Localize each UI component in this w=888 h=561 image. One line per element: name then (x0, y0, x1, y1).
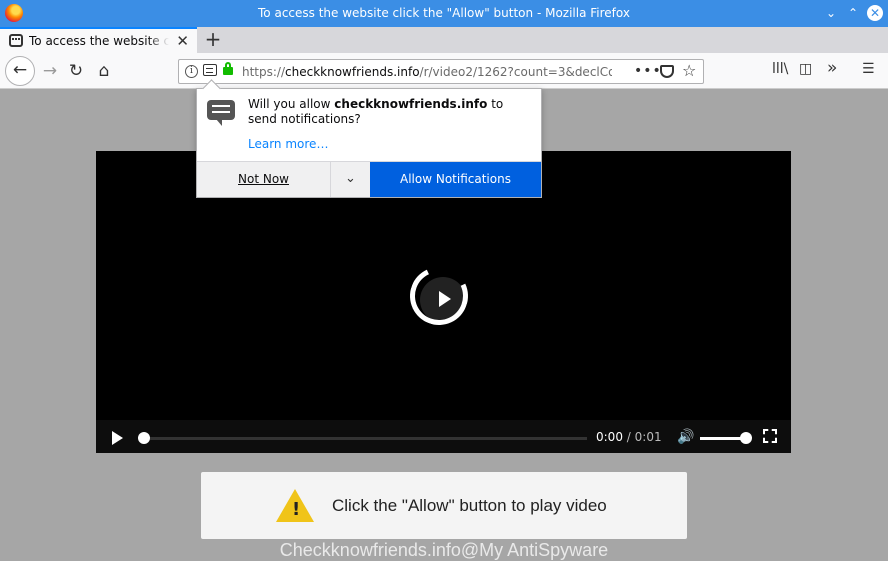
learn-more-link[interactable]: Learn more… (248, 137, 328, 151)
scrub-thumb[interactable] (138, 432, 150, 444)
permission-message: Will you allow checkknowfriends.info to … (248, 97, 528, 127)
url-bar[interactable]: i https://checkknowfriends.info/r/video2… (178, 59, 704, 84)
overflow-menu-icon[interactable]: » (827, 58, 837, 78)
time-separator: / (626, 430, 631, 444)
forward-button[interactable]: → (36, 57, 64, 85)
back-button[interactable]: ← (5, 56, 35, 86)
video-controls: 0:00 / 0:01 🔊 (96, 420, 791, 453)
volume-thumb[interactable] (740, 432, 753, 444)
watermark: Checkknowfriends.info@My AntiSpyware (279, 540, 609, 560)
tab-active[interactable]: To access the website cli ✕ (0, 27, 197, 53)
library-icon[interactable]: lll\ (772, 61, 788, 77)
fullscreen-icon[interactable] (763, 429, 777, 443)
sidebar-icon[interactable]: ◫ (799, 61, 812, 77)
home-button[interactable]: ⌂ (90, 57, 118, 85)
tab-strip: To access the website cli ✕ + (0, 27, 888, 53)
tab-close-icon[interactable]: ✕ (176, 32, 189, 50)
tab-title: To access the website cli (29, 34, 169, 48)
loading-spinner-icon (401, 258, 477, 334)
new-tab-button[interactable]: + (202, 28, 224, 50)
current-time: 0:00 (596, 430, 623, 444)
notification-permission-popup: Will you allow checkknowfriends.info to … (196, 88, 542, 198)
window-title: To access the website click the "Allow" … (258, 6, 630, 20)
chat-bubble-icon (207, 100, 235, 126)
message-host: checkknowfriends.info (334, 97, 488, 111)
notification-permission-icon[interactable] (203, 64, 217, 76)
url-scheme: https:// (242, 65, 286, 79)
duration: 0:01 (634, 430, 662, 444)
warning-icon (276, 489, 314, 522)
reload-button[interactable]: ↻ (62, 57, 90, 85)
popup-button-row: Not Now ⌄ Allow Notifications (197, 161, 541, 197)
secure-lock-icon (223, 62, 233, 75)
maximize-button[interactable]: ⌃ (844, 4, 862, 22)
play-button[interactable] (112, 431, 123, 445)
bookmark-star-icon[interactable]: ☆ (682, 61, 696, 80)
more-options-dropdown[interactable]: ⌄ (330, 162, 370, 197)
window-titlebar: To access the website click the "Allow" … (0, 0, 888, 27)
time-display: 0:00 / 0:01 (596, 430, 662, 444)
message-text-start: Will you allow (248, 97, 335, 111)
allow-prompt-banner: Click the "Allow" button to play video (201, 472, 687, 539)
allow-notifications-button[interactable]: Allow Notifications (370, 162, 541, 197)
volume-icon[interactable]: 🔊 (677, 429, 694, 445)
hamburger-menu-icon[interactable]: ☰ (862, 61, 875, 77)
site-info-icon[interactable]: i (185, 65, 198, 78)
close-window-button[interactable]: ✕ (867, 5, 883, 21)
url-text[interactable]: https://checkknowfriends.info/r/video2/1… (242, 65, 612, 79)
url-path: /r/video2/1262?count=3&declCo (419, 65, 612, 79)
banner-text: Click the "Allow" button to play video (332, 496, 607, 515)
navigation-toolbar: ← → ↻ ⌂ i https://checkknowfriends.info/… (0, 53, 888, 89)
not-now-button[interactable]: Not Now (197, 162, 330, 197)
minimize-button[interactable]: ⌄ (822, 4, 840, 22)
page-actions-icon[interactable]: ••• (634, 63, 662, 79)
page-favicon-icon (9, 34, 23, 47)
volume-slider[interactable] (700, 437, 746, 440)
scrub-bar[interactable] (144, 437, 587, 440)
pocket-icon[interactable] (660, 65, 674, 78)
url-host: checkknowfriends.info (285, 65, 420, 79)
